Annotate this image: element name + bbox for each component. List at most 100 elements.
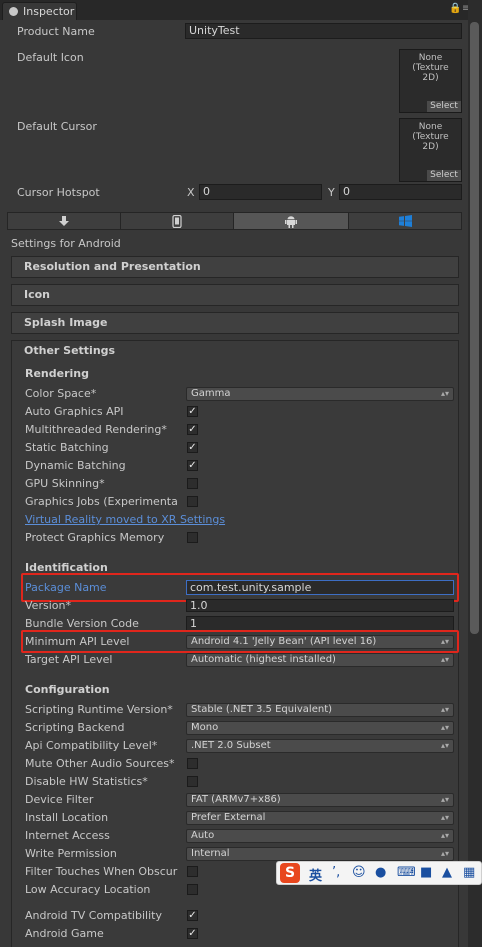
section-splash[interactable]: Splash Image: [11, 312, 459, 334]
toolbox-icon[interactable]: ■: [420, 865, 432, 880]
api-compat-value: .NET 2.0 Subset: [191, 740, 271, 751]
inspector-tab-label: Inspector: [23, 5, 75, 18]
scripting-runtime-value: Stable (.NET 3.5 Equivalent): [191, 704, 333, 715]
windows-icon: [399, 215, 412, 227]
platform-tab-standalone[interactable]: [8, 213, 121, 229]
protect-memory-label: Protect Graphics Memory: [25, 531, 165, 544]
skin-icon[interactable]: ▲: [442, 865, 452, 880]
version-label: Version*: [25, 599, 71, 612]
select-button[interactable]: Select: [427, 101, 461, 112]
android-game-label: Android Game: [25, 927, 104, 940]
multithreaded-label: Multithreaded Rendering*: [25, 423, 167, 436]
section-other-title[interactable]: Other Settings: [24, 344, 115, 357]
keyboard-icon[interactable]: ⌨: [397, 865, 416, 880]
target-api-value: Automatic (highest installed): [191, 654, 336, 665]
android-tv-checkbox[interactable]: ✓: [187, 910, 198, 921]
dropdown-arrow-icon: ▴▾: [440, 795, 449, 804]
mute-audio-label: Mute Other Audio Sources*: [25, 757, 175, 770]
microphone-icon[interactable]: ●: [375, 865, 386, 880]
scripting-backend-dropdown[interactable]: Mono ▴▾: [186, 721, 454, 735]
bundle-code-input[interactable]: 1: [186, 616, 454, 631]
target-api-label: Target API Level: [25, 653, 113, 666]
ime-mode-toggle[interactable]: 英: [309, 865, 322, 884]
install-location-label: Install Location: [25, 811, 109, 824]
texture-type-text-2: 2D): [422, 73, 439, 83]
info-icon: [9, 7, 18, 16]
phone-icon: [172, 215, 182, 228]
disable-hw-label: Disable HW Statistics*: [25, 775, 148, 788]
settings-for-label: Settings for Android: [11, 237, 121, 250]
platform-tabs: [7, 212, 462, 230]
low-accuracy-checkbox[interactable]: [187, 884, 198, 895]
android-game-checkbox[interactable]: ✓: [187, 928, 198, 939]
platform-tab-ios[interactable]: [121, 213, 234, 229]
rendering-header: Rendering: [25, 367, 89, 380]
grid-menu-icon[interactable]: ▦: [463, 865, 475, 880]
internet-access-dropdown[interactable]: Auto ▴▾: [186, 829, 454, 843]
vr-settings-link[interactable]: Virtual Reality moved to XR Settings: [25, 513, 245, 526]
scripting-backend-value: Mono: [191, 722, 219, 733]
api-compat-dropdown[interactable]: .NET 2.0 Subset ▴▾: [186, 739, 454, 753]
mute-audio-checkbox[interactable]: [187, 758, 198, 769]
color-space-label: Color Space*: [25, 387, 97, 400]
internet-access-value: Auto: [191, 830, 215, 841]
color-space-dropdown[interactable]: Gamma ▴▾: [186, 387, 454, 401]
scrollbar-thumb[interactable]: [470, 22, 479, 634]
texture-type-text: (Texture: [412, 63, 449, 73]
dropdown-arrow-icon: ▴▾: [440, 723, 449, 732]
disable-hw-checkbox[interactable]: [187, 776, 198, 787]
lock-icon[interactable]: 🔒: [449, 3, 461, 14]
section-resolution[interactable]: Resolution and Presentation: [11, 256, 459, 278]
android-icon: [285, 216, 297, 228]
product-name-input[interactable]: UnityTest: [185, 23, 462, 39]
version-input[interactable]: 1.0: [186, 599, 454, 612]
multithreaded-checkbox[interactable]: ✓: [187, 424, 198, 435]
static-batching-checkbox[interactable]: ✓: [187, 442, 198, 453]
device-filter-value: FAT (ARMv7+x86): [191, 794, 281, 805]
hotspot-y-label: Y: [328, 186, 335, 199]
ime-toolbar[interactable]: S 英 ’, ☺ ● ⌨ ■ ▲ ▦: [276, 861, 482, 885]
default-cursor-slot[interactable]: None (Texture 2D) Select: [399, 118, 462, 182]
dropdown-arrow-icon: ▴▾: [440, 813, 449, 822]
protect-memory-checkbox[interactable]: [187, 532, 198, 543]
android-tv-label: Android TV Compatibility: [25, 909, 162, 922]
default-icon-slot[interactable]: None (Texture 2D) Select: [399, 49, 462, 113]
default-cursor-label: Default Cursor: [17, 120, 97, 133]
scripting-backend-label: Scripting Backend: [25, 721, 125, 734]
write-permission-dropdown[interactable]: Internal ▴▾: [186, 847, 454, 861]
dropdown-arrow-icon: ▴▾: [440, 741, 449, 750]
filter-touches-checkbox[interactable]: [187, 866, 198, 877]
gpu-skinning-checkbox[interactable]: [187, 478, 198, 489]
dropdown-arrow-icon: ▴▾: [440, 655, 449, 664]
dynamic-batching-checkbox[interactable]: ✓: [187, 460, 198, 471]
texture-type-text-2: 2D): [422, 142, 439, 152]
inspector-tab[interactable]: Inspector: [2, 2, 77, 20]
low-accuracy-label: Low Accuracy Location: [25, 883, 151, 896]
section-icon[interactable]: Icon: [11, 284, 459, 306]
hotspot-x-input[interactable]: 0: [199, 184, 322, 200]
tab-bar: Inspector 🔒 ≡: [0, 0, 482, 20]
platform-tab-android[interactable]: [234, 213, 349, 229]
scripting-runtime-dropdown[interactable]: Stable (.NET 3.5 Equivalent) ▴▾: [186, 703, 454, 717]
emoji-icon[interactable]: ☺: [352, 865, 366, 880]
install-location-dropdown[interactable]: Prefer External ▴▾: [186, 811, 454, 825]
hotspot-y-input[interactable]: 0: [339, 184, 462, 200]
dynamic-batching-label: Dynamic Batching: [25, 459, 126, 472]
punctuation-icon[interactable]: ’,: [332, 865, 340, 880]
graphics-jobs-checkbox[interactable]: [187, 496, 198, 507]
internet-access-label: Internet Access: [25, 829, 110, 842]
highlight-min-api: [21, 630, 459, 653]
select-button[interactable]: Select: [427, 170, 461, 181]
static-batching-label: Static Batching: [25, 441, 109, 454]
device-filter-label: Device Filter: [25, 793, 94, 806]
bundle-code-label: Bundle Version Code: [25, 617, 139, 630]
auto-graphics-checkbox[interactable]: ✓: [187, 406, 198, 417]
platform-tab-windows[interactable]: [349, 213, 461, 229]
ime-logo-icon[interactable]: S: [280, 863, 300, 883]
scripting-runtime-label: Scripting Runtime Version*: [25, 703, 173, 716]
device-filter-dropdown[interactable]: FAT (ARMv7+x86) ▴▾: [186, 793, 454, 807]
texture-none-text: None: [418, 53, 443, 63]
filter-touches-label: Filter Touches When Obscur: [25, 865, 178, 878]
cursor-hotspot-label: Cursor Hotspot: [17, 186, 100, 199]
target-api-dropdown[interactable]: Automatic (highest installed) ▴▾: [186, 653, 454, 667]
